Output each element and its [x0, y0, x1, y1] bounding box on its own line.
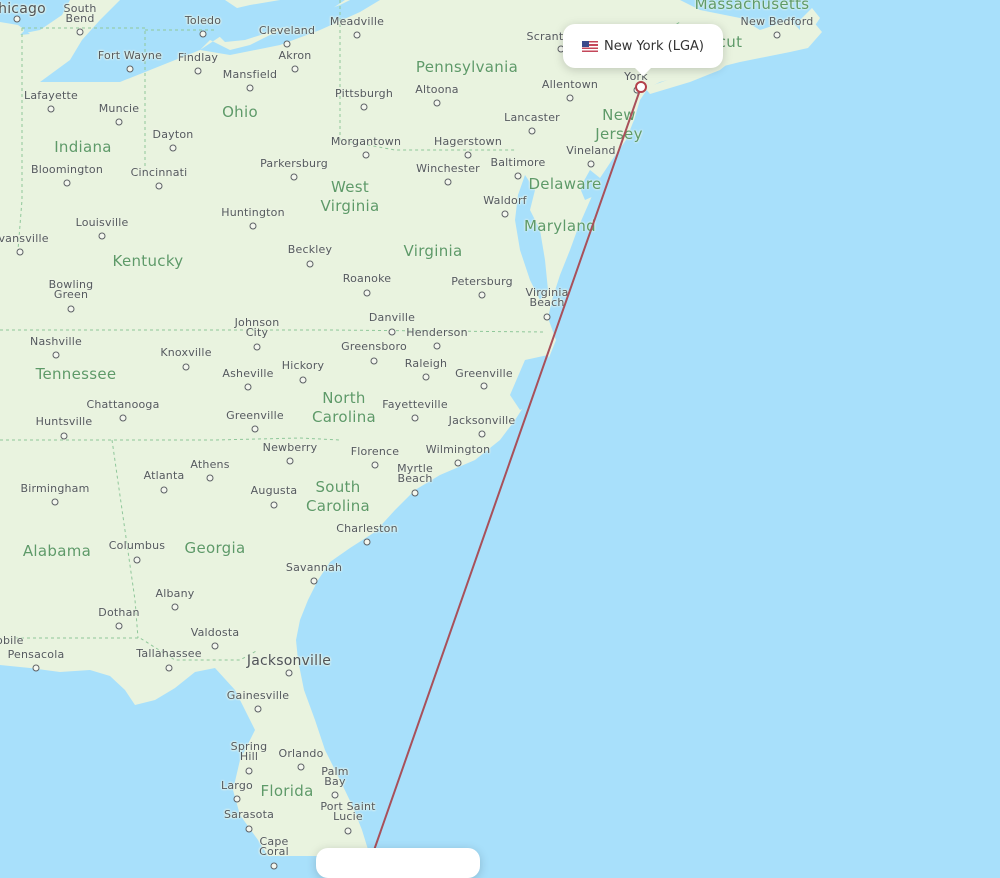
us-flag-icon — [581, 40, 598, 52]
destination-popup[interactable] — [316, 848, 480, 878]
popup-pointer — [634, 67, 652, 76]
route-layer — [371, 86, 642, 856]
origin-popup[interactable]: New York (LGA) — [563, 24, 723, 76]
flight-route-line — [371, 86, 642, 856]
city-dot-icon — [270, 862, 278, 870]
origin-airport-marker[interactable] — [635, 81, 647, 93]
origin-airport-label: New York (LGA) — [603, 38, 704, 54]
